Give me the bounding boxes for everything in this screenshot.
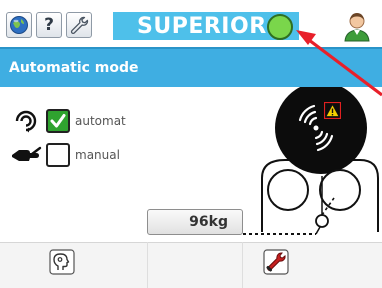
operator-head-icon (49, 249, 75, 279)
settings-button[interactable] (66, 12, 92, 38)
warning-triangle-icon (324, 102, 341, 119)
service-button[interactable] (262, 249, 290, 279)
weight-value: 96kg (189, 214, 228, 230)
wrench-tool-icon (263, 249, 289, 279)
left-roller (267, 169, 309, 211)
help-label: ? (44, 14, 54, 35)
top-toolbar: ? SUPERIOR (0, 0, 382, 47)
mode-header: Automatic mode (0, 47, 382, 87)
rope-to-pulley (315, 226, 321, 235)
user-avatar-icon[interactable] (342, 10, 372, 42)
right-roller (319, 169, 361, 211)
pulley (315, 214, 329, 228)
wrench-icon (69, 15, 89, 35)
status-indicator (267, 14, 293, 40)
machine-title: SUPERIOR (137, 14, 267, 39)
weight-display: 96kg (147, 209, 243, 235)
bottom-separator (147, 242, 148, 288)
help-button[interactable]: ? (36, 12, 62, 38)
mode-title: Automatic mode (9, 60, 139, 76)
home-button[interactable] (6, 12, 32, 38)
operator-button[interactable] (48, 249, 76, 279)
bottom-separator (242, 242, 243, 288)
home-globe-icon (9, 15, 29, 35)
